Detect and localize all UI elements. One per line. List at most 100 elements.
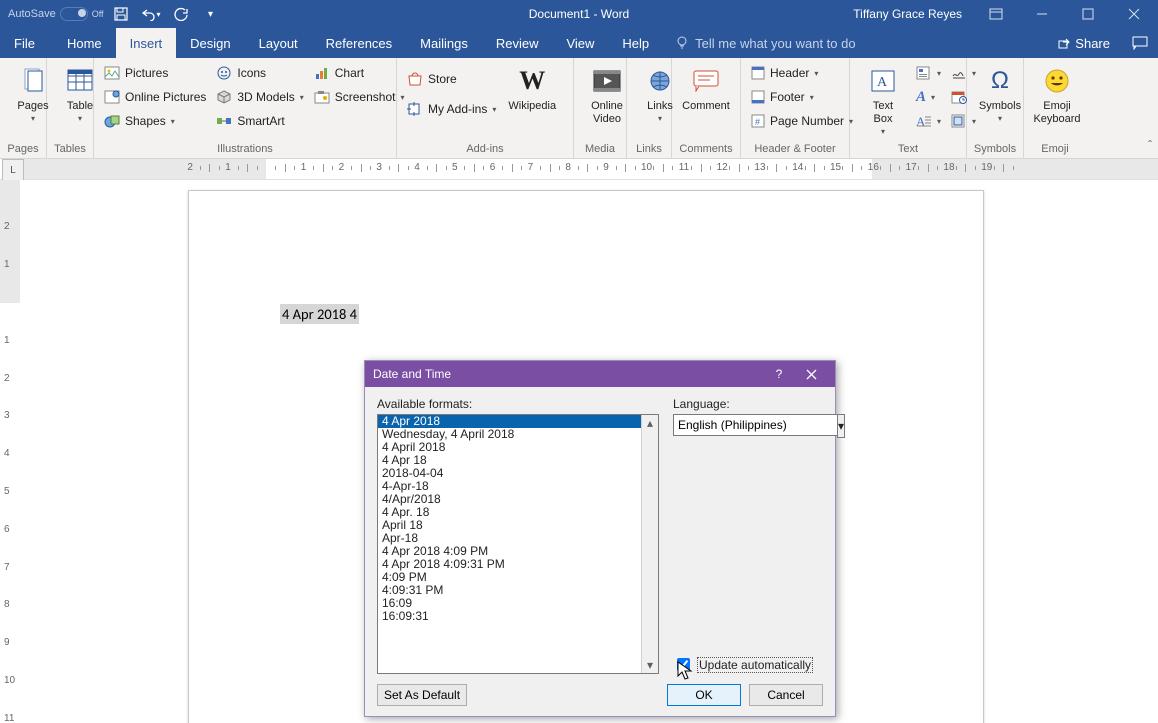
ok-button[interactable]: OK (667, 684, 741, 706)
pictures-button[interactable]: Pictures (100, 62, 210, 84)
maximize-icon[interactable] (1066, 0, 1110, 28)
scroll-down-icon[interactable]: ▾ (642, 657, 658, 673)
online-video-button[interactable]: Online Video (580, 62, 634, 128)
drop-cap-button[interactable]: A▾ (912, 110, 945, 132)
table-label: Table (67, 100, 93, 113)
language-combo[interactable]: ▾ (673, 414, 823, 438)
header-button[interactable]: Header▾ (747, 62, 857, 84)
chart-icon (314, 66, 330, 80)
wikipedia-button[interactable]: W Wikipedia (502, 62, 562, 115)
group-comments-label: Comments (672, 141, 740, 158)
undo-icon[interactable]: ▾ (138, 2, 164, 26)
user-name[interactable]: Tiffany Grace Reyes (843, 7, 972, 21)
autosave-toggle[interactable]: AutoSave Off (8, 7, 104, 21)
group-symbols-label: Symbols (967, 141, 1023, 158)
tab-file[interactable]: File (0, 28, 53, 58)
language-input[interactable] (673, 414, 837, 436)
pictures-label: Pictures (125, 66, 168, 80)
header-label: Header (770, 66, 809, 80)
comments-pane-button[interactable] (1122, 28, 1158, 58)
date-time-dialog: Date and Time ? Available formats: 4 Apr… (364, 360, 836, 717)
comment-label: Comment (682, 100, 730, 113)
ribbon-options-icon[interactable] (974, 0, 1018, 28)
formats-label: Available formats: (377, 397, 659, 411)
group-emoji-label: Emoji (1024, 141, 1086, 158)
symbols-button[interactable]: Ω Symbols▾ (973, 62, 1027, 125)
quick-parts-icon (916, 66, 932, 80)
tab-design[interactable]: Design (176, 28, 244, 58)
store-icon (407, 72, 423, 86)
3d-models-button[interactable]: 3D Models ▾ (212, 86, 307, 108)
group-text-label: Text (850, 141, 966, 158)
update-checkbox-input[interactable] (677, 658, 690, 671)
page-number-icon: # (751, 114, 765, 128)
format-item[interactable]: 16:09:31 (378, 610, 641, 623)
tab-view[interactable]: View (552, 28, 608, 58)
table-icon (67, 69, 93, 93)
emoji-keyboard-button[interactable]: Emoji Keyboard (1030, 62, 1084, 128)
tab-mailings[interactable]: Mailings (406, 28, 482, 58)
tab-help[interactable]: Help (608, 28, 663, 58)
horizontal-ruler: L 2112345678910111213141516171819 (0, 159, 1158, 180)
online-pictures-label: Online Pictures (125, 90, 206, 104)
title-bar: AutoSave Off ▾ ▾ Document1 - Word Tiffan… (0, 0, 1158, 28)
symbols-label: Symbols (979, 100, 1021, 113)
tab-layout[interactable]: Layout (245, 28, 312, 58)
tell-me-search[interactable]: Tell me what you want to do (663, 28, 867, 58)
wikipedia-label: Wikipedia (508, 100, 556, 113)
footer-button[interactable]: Footer▾ (747, 86, 857, 108)
shapes-button[interactable]: Shapes▾ (100, 110, 210, 132)
autosave-switch[interactable] (60, 7, 88, 21)
screenshot-button[interactable]: Screenshot▾ (310, 86, 409, 108)
online-pictures-button[interactable]: Online Pictures (100, 86, 210, 108)
smartart-button[interactable]: SmartArt (212, 110, 307, 132)
symbols-icon: Ω (991, 67, 1009, 95)
page-number-label: Page Number (770, 114, 844, 128)
comment-insert-icon (693, 70, 719, 92)
emoji-label: Emoji Keyboard (1033, 100, 1080, 126)
my-addins-button[interactable]: My Add-ins ▾ (403, 98, 500, 120)
icons-button[interactable]: Icons (212, 62, 307, 84)
quick-parts-button[interactable]: ▾ (912, 62, 945, 84)
chart-label: Chart (335, 66, 364, 80)
dialog-close-icon[interactable] (795, 361, 827, 387)
share-button[interactable]: Share (1045, 28, 1122, 58)
minimize-icon[interactable] (1020, 0, 1064, 28)
my-addins-label: My Add-ins (428, 102, 487, 116)
language-dropdown-icon[interactable]: ▾ (837, 414, 845, 438)
tab-selector[interactable]: L (2, 159, 24, 181)
format-item[interactable]: 4:09:31 PM (378, 584, 641, 597)
scroll-track[interactable] (642, 431, 658, 657)
text-box-label: Text Box (873, 100, 893, 126)
formats-listbox[interactable]: 4 Apr 2018Wednesday, 4 April 20184 April… (377, 414, 659, 674)
autosave-label: AutoSave (8, 8, 56, 20)
collapse-ribbon-icon[interactable]: ˆ (1148, 138, 1152, 152)
dialog-help-icon[interactable]: ? (763, 361, 795, 387)
tab-insert[interactable]: Insert (116, 28, 177, 58)
update-automatically-checkbox[interactable]: Update automatically (673, 655, 823, 674)
store-button[interactable]: Store (403, 68, 500, 90)
tab-review[interactable]: Review (482, 28, 553, 58)
wordart-button[interactable]: A▾ (912, 86, 945, 108)
scroll-up-icon[interactable]: ▴ (642, 415, 658, 431)
tab-home[interactable]: Home (53, 28, 116, 58)
pages-label: Pages (17, 100, 48, 113)
page-number-button[interactable]: #Page Number▾ (747, 110, 857, 132)
close-icon[interactable] (1112, 0, 1156, 28)
redo-icon[interactable] (168, 2, 194, 26)
group-media-label: Media (574, 141, 626, 158)
date-time-icon (951, 90, 967, 104)
shapes-label: Shapes (125, 114, 166, 128)
qat-customize-icon[interactable]: ▾ (198, 2, 224, 26)
save-icon[interactable] (108, 2, 134, 26)
text-box-icon: A (871, 70, 895, 92)
links-label: Links (647, 100, 673, 113)
text-box-button[interactable]: A Text Box▾ (856, 62, 910, 138)
group-links-label: Links (627, 141, 671, 158)
comment-button[interactable]: Comment (678, 62, 734, 115)
cancel-button[interactable]: Cancel (749, 684, 823, 706)
chart-button[interactable]: Chart (310, 62, 409, 84)
shapes-icon (104, 114, 120, 128)
set-as-default-button[interactable]: Set As Default (377, 684, 467, 706)
tab-references[interactable]: References (312, 28, 406, 58)
